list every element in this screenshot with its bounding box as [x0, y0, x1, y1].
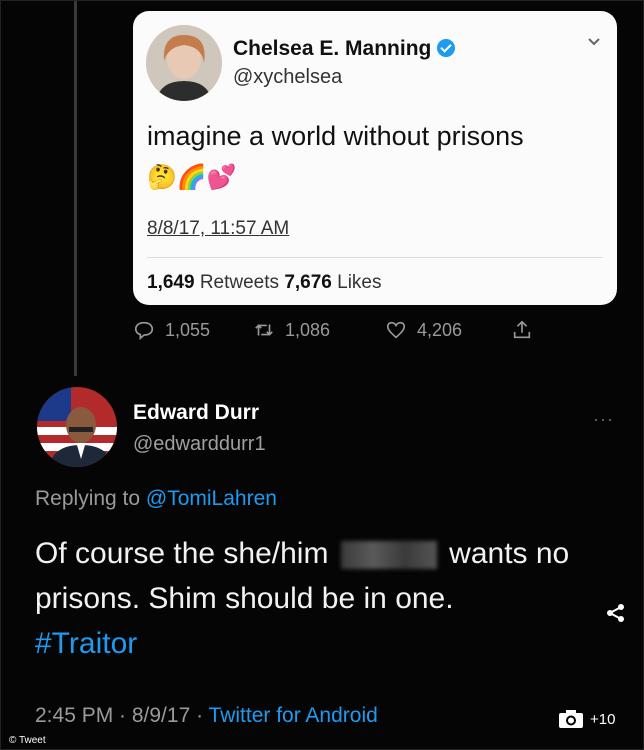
reply-action[interactable]: 1,055 [133, 319, 210, 341]
share-action[interactable] [511, 319, 533, 341]
replying-to-line: Replying to @TomiLahren [35, 487, 277, 511]
reply-count: 1,055 [165, 319, 211, 340]
reply-author-handle[interactable]: @edwarddurr1 [133, 433, 266, 456]
quoted-author-handle[interactable]: @xychelsea [233, 66, 342, 89]
likes-label[interactable]: Likes [337, 272, 381, 293]
retweet-count: 1,086 [285, 319, 331, 340]
quoted-tweet-stats: 1,649 Retweets 7,676 Likes [147, 272, 382, 294]
heart-icon [386, 321, 406, 339]
retweets-count[interactable]: 1,649 [147, 272, 195, 293]
more-options-icon[interactable]: ··· [593, 409, 614, 430]
quoted-tweet-timestamp[interactable]: 8/8/17, 11:57 AM [147, 218, 289, 240]
chevron-down-icon[interactable] [585, 33, 603, 51]
quoted-tweet-text: imagine a world without prisons [147, 121, 524, 151]
gallery-count: +10 [590, 710, 616, 728]
reply-tweet-text: Of course the she/him wants no prisons. … [35, 531, 595, 666]
redacted-blur [340, 541, 437, 570]
like-action[interactable]: 4,206 [385, 319, 462, 341]
retweet-action[interactable]: 1,086 [253, 319, 330, 341]
chelsea-avatar[interactable] [146, 25, 222, 101]
quoted-tweet-emojis: 🤔🌈💕 [147, 164, 237, 191]
reply-author-name[interactable]: Edward Durr [133, 401, 259, 425]
share-upload-icon [513, 320, 531, 339]
hashtag-link[interactable]: #Traitor [35, 627, 137, 660]
quoted-author-name[interactable]: Chelsea E. Manning [233, 37, 456, 61]
retweet-icon [255, 324, 273, 336]
thread-line [74, 1, 77, 376]
quoted-tweet-card[interactable]: Chelsea E. Manning @xychelsea imagine a … [133, 11, 617, 305]
reply-text-part1: Of course the she/him [35, 537, 329, 570]
like-count: 4,206 [417, 319, 463, 340]
image-caption: © Tweet [9, 735, 46, 746]
gallery-button[interactable]: +10 [558, 709, 615, 729]
reply-source-link[interactable]: Twitter for Android [209, 704, 378, 727]
replying-mention-link[interactable]: @TomiLahren [146, 487, 277, 510]
reply-meta-line: 2:45 PM · 8/9/17 · Twitter for Android [35, 704, 378, 728]
share-icon[interactable] [605, 602, 627, 624]
reply-time[interactable]: 2:45 PM · 8/9/17 · [35, 704, 209, 727]
card-divider [147, 257, 603, 258]
replying-prefix: Replying to [35, 487, 141, 510]
verified-badge-icon [437, 39, 456, 57]
tweet-screenshot: Chelsea E. Manning @xychelsea imagine a … [0, 0, 644, 750]
retweets-label[interactable]: Retweets [200, 272, 279, 293]
likes-count[interactable]: 7,676 [284, 272, 332, 293]
edward-avatar[interactable] [37, 387, 117, 467]
camera-icon [559, 710, 583, 728]
tweet-action-row: 1,055 1,086 4,206 [133, 319, 553, 347]
reply-icon [134, 321, 154, 341]
